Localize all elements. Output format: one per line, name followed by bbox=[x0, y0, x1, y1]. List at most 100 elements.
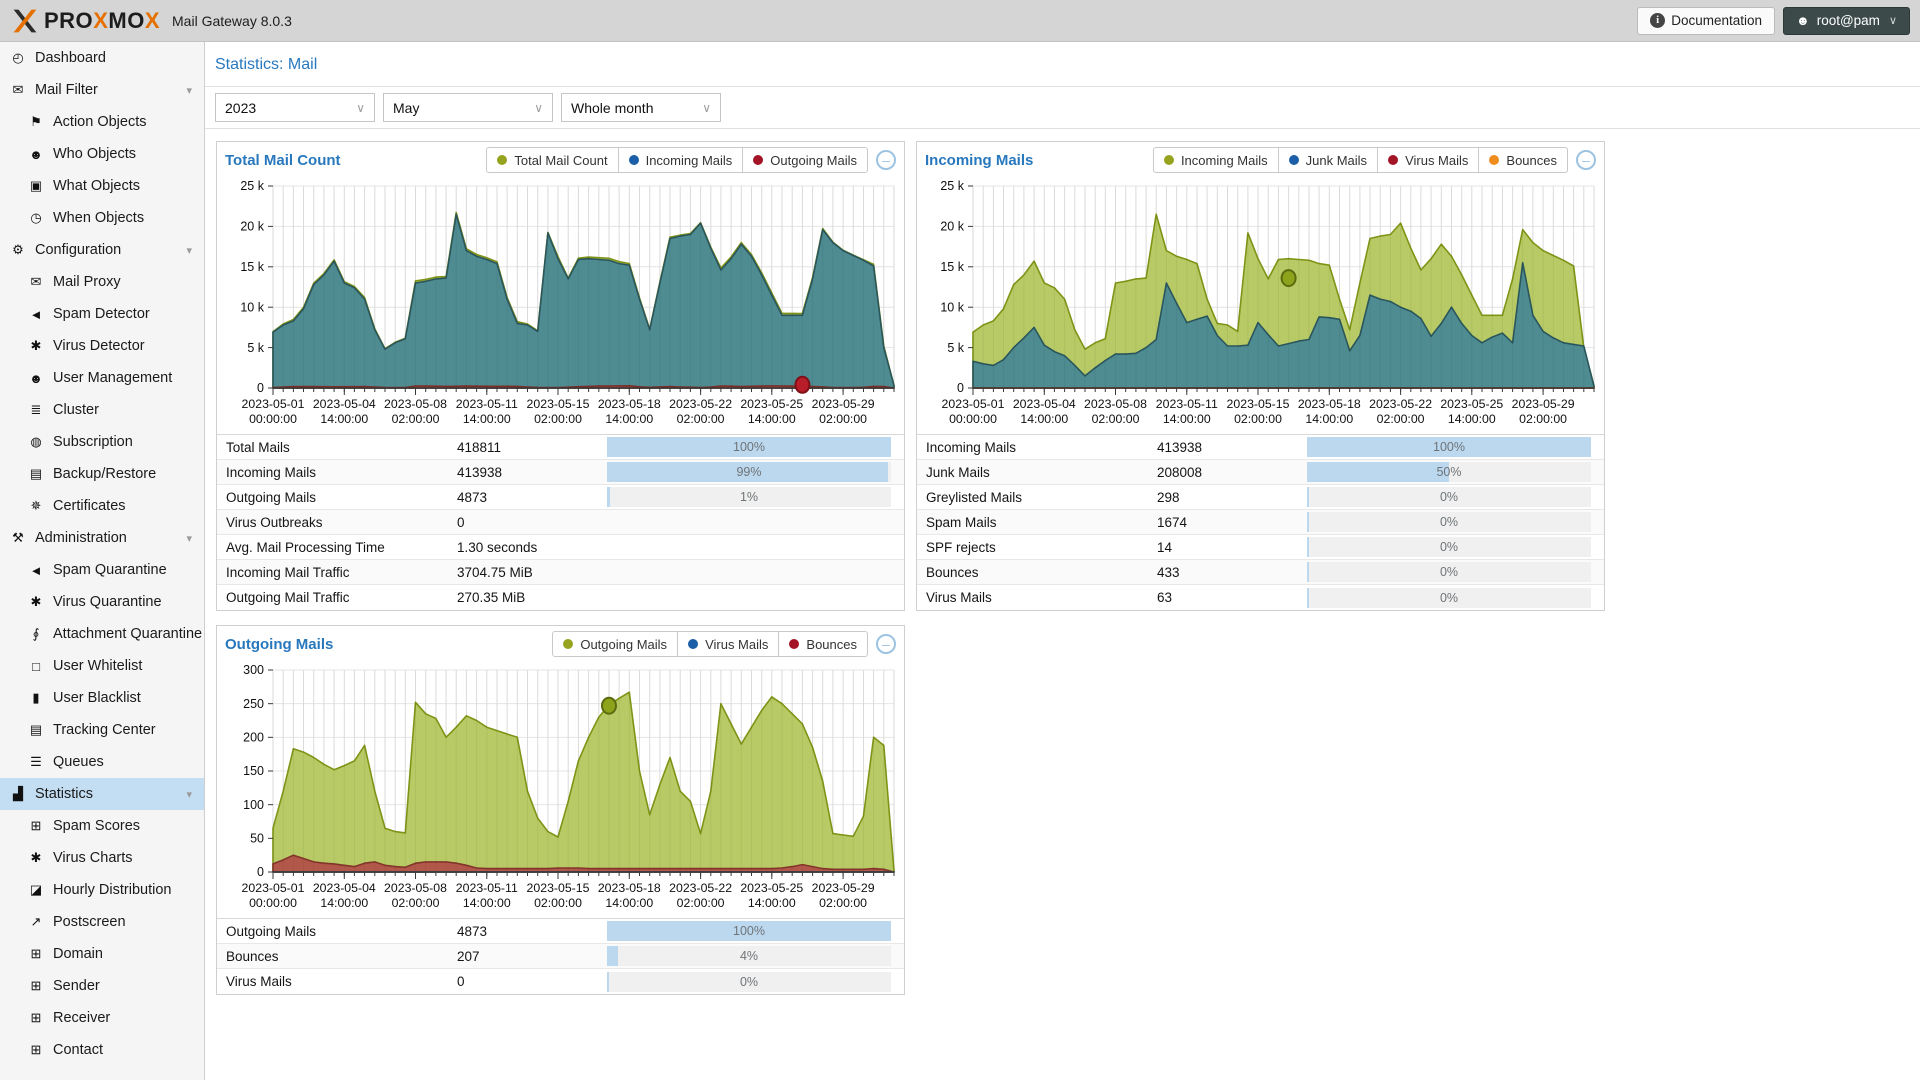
table-row: Incoming Mail Traffic3704.75 MiB bbox=[217, 560, 904, 585]
sidebar-item-label: Cluster bbox=[53, 402, 99, 418]
svg-text:2023-05-22: 2023-05-22 bbox=[669, 881, 732, 895]
collapse-icon[interactable]: – bbox=[876, 634, 896, 654]
sidebar-item-dashboard[interactable]: ◴Dashboard bbox=[0, 42, 204, 74]
sidebar-item-queues[interactable]: ☰Queues bbox=[0, 746, 204, 778]
bar-chart-icon: ▟ bbox=[8, 786, 28, 802]
sidebar-item-postscreen[interactable]: ↗Postscreen bbox=[0, 906, 204, 938]
collapse-icon[interactable]: – bbox=[1576, 150, 1596, 170]
percent-label: 0% bbox=[1307, 512, 1591, 532]
row-value: 298 bbox=[1157, 490, 1307, 505]
legend-label: Bounces bbox=[1506, 153, 1557, 168]
sidebar-item-user-management[interactable]: ☻User Management bbox=[0, 362, 204, 394]
sidebar-item-certificates[interactable]: ✵Certificates bbox=[0, 490, 204, 522]
sidebar-item-spam-detector[interactable]: ◄Spam Detector bbox=[0, 298, 204, 330]
sidebar-item-spam-scores[interactable]: ⊞Spam Scores bbox=[0, 810, 204, 842]
svg-text:02:00:00: 02:00:00 bbox=[534, 896, 582, 910]
sidebar-item-mail-proxy[interactable]: ✉Mail Proxy bbox=[0, 266, 204, 298]
sidebar-item-virus-quarantine[interactable]: ✱Virus Quarantine bbox=[0, 586, 204, 618]
svg-text:2023-05-25: 2023-05-25 bbox=[740, 397, 803, 411]
svg-text:14:00:00: 14:00:00 bbox=[605, 412, 653, 426]
sidebar-item-domain[interactable]: ⊞Domain bbox=[0, 938, 204, 970]
user-icon: ☻ bbox=[26, 147, 46, 162]
percent-label: 100% bbox=[1307, 437, 1591, 457]
sidebar-item-virus-detector[interactable]: ✱Virus Detector bbox=[0, 330, 204, 362]
sidebar-item-action-objects[interactable]: ⚑Action Objects bbox=[0, 106, 204, 138]
svg-text:0: 0 bbox=[257, 865, 264, 879]
percent-label: 1% bbox=[607, 487, 891, 507]
row-value: 4873 bbox=[457, 924, 607, 939]
sidebar-item-who-objects[interactable]: ☻Who Objects bbox=[0, 138, 204, 170]
sidebar-item-cluster[interactable]: ≣Cluster bbox=[0, 394, 204, 426]
sidebar-item-label: Spam Detector bbox=[53, 306, 150, 322]
collapse-icon[interactable]: – bbox=[876, 150, 896, 170]
chevron-down-icon[interactable]: ▾ bbox=[186, 788, 192, 801]
legend-dot-icon bbox=[1489, 155, 1499, 165]
legend-button[interactable]: Virus Mails bbox=[1377, 147, 1479, 173]
svg-text:02:00:00: 02:00:00 bbox=[392, 412, 440, 426]
legend-button[interactable]: Outgoing Mails bbox=[742, 147, 868, 173]
svg-text:2023-05-18: 2023-05-18 bbox=[1298, 397, 1361, 411]
svg-text:14:00:00: 14:00:00 bbox=[605, 896, 653, 910]
legend-button[interactable]: Incoming Mails bbox=[618, 147, 744, 173]
sidebar-item-statistics[interactable]: ▟Statistics▾ bbox=[0, 778, 204, 810]
legend-button[interactable]: Total Mail Count bbox=[486, 147, 618, 173]
legend-button[interactable]: Outgoing Mails bbox=[552, 631, 678, 657]
sidebar-item-user-blacklist[interactable]: ▮User Blacklist bbox=[0, 682, 204, 714]
row-value: 270.35 MiB bbox=[457, 590, 607, 605]
sidebar-item-receiver[interactable]: ⊞Receiver bbox=[0, 1002, 204, 1034]
sidebar-item-user-whitelist[interactable]: □User Whitelist bbox=[0, 650, 204, 682]
row-label: Bounces bbox=[217, 949, 457, 964]
paperclip-icon: ∮ bbox=[26, 626, 46, 642]
legend-button[interactable]: Junk Mails bbox=[1278, 147, 1378, 173]
chevron-down-icon: ∨ bbox=[1889, 14, 1897, 27]
sidebar-item-sender[interactable]: ⊞Sender bbox=[0, 970, 204, 1002]
row-value: 0 bbox=[457, 974, 607, 989]
wordmark-segment: X bbox=[145, 8, 160, 33]
sidebar-item-subscription[interactable]: ◍Subscription bbox=[0, 426, 204, 458]
select-value: 2023 bbox=[225, 100, 256, 116]
sidebar-item-virus-charts[interactable]: ✱Virus Charts bbox=[0, 842, 204, 874]
sidebar-item-tracking-center[interactable]: ▤Tracking Center bbox=[0, 714, 204, 746]
sidebar-item-mail-filter[interactable]: ✉Mail Filter▾ bbox=[0, 74, 204, 106]
chevron-down-icon[interactable]: ▾ bbox=[186, 532, 192, 545]
bug-icon: ✱ bbox=[26, 594, 46, 610]
row-value: 0 bbox=[457, 515, 607, 530]
sidebar-item-backup-restore[interactable]: ▤Backup/Restore bbox=[0, 458, 204, 490]
svg-text:2023-05-18: 2023-05-18 bbox=[598, 397, 661, 411]
sidebar-item-administration[interactable]: ⚒Administration▾ bbox=[0, 522, 204, 554]
stats-table: Incoming Mails413938100%Junk Mails208008… bbox=[917, 434, 1604, 610]
legend-button[interactable]: Incoming Mails bbox=[1153, 147, 1279, 173]
user-label: root@pam bbox=[1817, 13, 1880, 28]
user-menu-button[interactable]: ☻ root@pam ∨ bbox=[1783, 7, 1910, 35]
sidebar-item-hourly-distribution[interactable]: ◪Hourly Distribution bbox=[0, 874, 204, 906]
percent-label: 4% bbox=[607, 946, 891, 966]
bug-icon: ✱ bbox=[26, 850, 46, 866]
sidebar-item-attachment-quarantine[interactable]: ∮ Attachment Quarantine bbox=[0, 618, 204, 650]
documentation-button[interactable]: i Documentation bbox=[1637, 7, 1775, 35]
sidebar-item-label: Attachment Quarantine bbox=[53, 626, 202, 642]
chevron-down-icon[interactable]: ▾ bbox=[186, 244, 192, 257]
sidebar-item-spam-quarantine[interactable]: ◄Spam Quarantine bbox=[0, 554, 204, 586]
row-label: Avg. Mail Processing Time bbox=[217, 540, 457, 555]
range-select[interactable]: Whole month∨ bbox=[561, 93, 721, 122]
chevron-down-icon[interactable]: ▾ bbox=[186, 84, 192, 97]
sidebar-item-when-objects[interactable]: ◷When Objects bbox=[0, 202, 204, 234]
legend-button[interactable]: Virus Mails bbox=[677, 631, 779, 657]
sidebar-item-label: What Objects bbox=[53, 178, 140, 194]
sidebar-item-configuration[interactable]: ⚙Configuration▾ bbox=[0, 234, 204, 266]
top-bar: PROXMOX Mail Gateway 8.0.3 i Documentati… bbox=[0, 0, 1920, 42]
year-select[interactable]: 2023∨ bbox=[215, 93, 375, 122]
legend-button[interactable]: Bounces bbox=[778, 631, 868, 657]
percent-label: 50% bbox=[1307, 462, 1591, 482]
row-value: 413938 bbox=[457, 465, 607, 480]
sidebar-item-what-objects[interactable]: ▣What Objects bbox=[0, 170, 204, 202]
table-row: Bounces4330% bbox=[917, 560, 1604, 585]
sidebar-item-contact[interactable]: ⊞Contact bbox=[0, 1034, 204, 1066]
legend-button[interactable]: Bounces bbox=[1478, 147, 1568, 173]
month-select[interactable]: May∨ bbox=[383, 93, 553, 122]
select-value: Whole month bbox=[571, 100, 653, 116]
svg-text:02:00:00: 02:00:00 bbox=[1234, 412, 1282, 426]
sidebar-item-label: Virus Detector bbox=[53, 338, 145, 354]
table-icon: ⊞ bbox=[26, 1010, 46, 1026]
table-row: Avg. Mail Processing Time1.30 seconds bbox=[217, 535, 904, 560]
